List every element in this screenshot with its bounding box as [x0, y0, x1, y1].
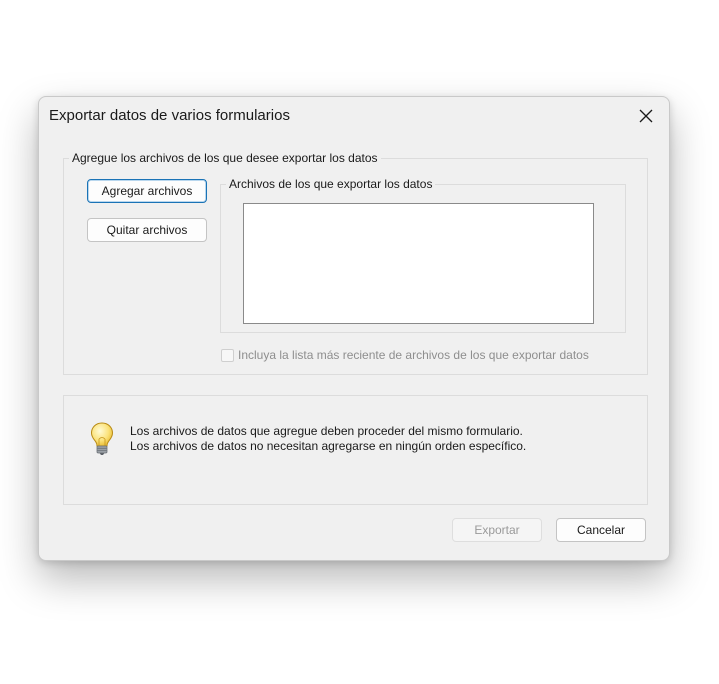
title-bar: Exportar datos de varios formularios — [39, 97, 669, 135]
lightbulb-icon — [90, 422, 114, 455]
recent-files-checkbox-row: Incluya la lista más reciente de archivo… — [221, 348, 589, 362]
info-line-1: Los archivos de datos que agregue deben … — [130, 424, 523, 438]
files-list-group-legend: Archivos de los que exportar los datos — [226, 177, 436, 191]
add-files-button[interactable]: Agregar archivos — [87, 179, 207, 203]
dialog-title: Exportar datos de varios formularios — [49, 107, 290, 124]
close-button[interactable] — [629, 101, 663, 131]
files-listbox[interactable] — [243, 203, 594, 324]
info-panel: Los archivos de datos que agregue deben … — [63, 395, 648, 505]
add-files-group-legend: Agregue los archivos de los que desee ex… — [69, 151, 381, 165]
export-button[interactable]: Exportar — [452, 518, 542, 542]
info-line-2: Los archivos de datos no necesitan agreg… — [130, 439, 527, 453]
recent-files-checkbox[interactable] — [221, 348, 234, 362]
recent-files-checkbox-label: Incluya la lista más reciente de archivo… — [238, 348, 589, 362]
export-dialog: Exportar datos de varios formularios Agr… — [38, 96, 670, 561]
files-list-group: Archivos de los que exportar los datos — [220, 177, 626, 333]
remove-files-button[interactable]: Quitar archivos — [87, 218, 207, 242]
cancel-button[interactable]: Cancelar — [556, 518, 646, 542]
add-files-group: Agregue los archivos de los que desee ex… — [63, 151, 648, 375]
close-icon — [639, 109, 653, 123]
